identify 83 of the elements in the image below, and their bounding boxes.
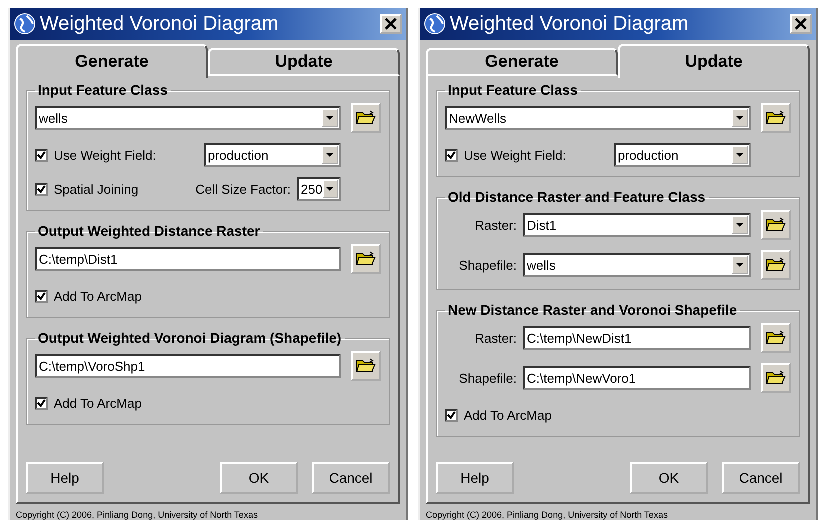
close-icon [385, 18, 397, 30]
dropdown-button[interactable] [732, 146, 748, 164]
folder-icon [356, 110, 376, 126]
browse-button[interactable] [351, 103, 381, 133]
dropdown-button[interactable] [732, 256, 748, 274]
group-title: Input Feature Class [447, 82, 579, 98]
checkbox[interactable] [445, 148, 458, 162]
checkbox-label: Add To ArcMap [464, 408, 552, 422]
folder-icon [766, 217, 786, 233]
dropdown-button[interactable] [322, 180, 338, 198]
checkmark-icon [37, 184, 46, 194]
ok-button[interactable]: OK [220, 462, 298, 494]
combo-box[interactable]: production [204, 143, 341, 167]
checkbox-label: Use Weight Field: [464, 148, 566, 162]
checkbox-label: Use Weight Field: [54, 148, 156, 162]
combo-box[interactable]: 250 [297, 177, 341, 201]
group-title: Output Weighted Distance Raster [37, 223, 262, 239]
tab[interactable]: Update [208, 48, 400, 76]
folder-icon [766, 110, 786, 126]
combo-box[interactable]: wells [35, 106, 341, 130]
group-title: Input Feature Class [37, 82, 169, 98]
field-label: Raster: [474, 330, 517, 346]
globe-icon [424, 13, 446, 35]
dropdown-button[interactable] [732, 109, 748, 127]
tab[interactable]: Generate [16, 44, 208, 78]
field-label: Cell Size Factor: [196, 182, 291, 196]
window-title: Weighted Voronoi Diagram [40, 12, 280, 36]
combo-box[interactable]: wells [523, 253, 751, 277]
checkbox-label: Spatial Joining [54, 182, 139, 196]
checkbox[interactable] [35, 396, 48, 410]
field-label: Raster: [474, 218, 517, 232]
checkmark-icon [447, 410, 456, 420]
folder-icon [356, 251, 376, 267]
copyright-text: Copyright (C) 2006, Pinliang Dong, University of North Texas [15, 509, 259, 520]
text-field[interactable]: C:\temp\Dist1 [35, 247, 341, 271]
field-label: Shapefile: [458, 370, 517, 386]
close-icon [795, 18, 807, 30]
close-button[interactable] [790, 14, 812, 34]
checkbox-label: Add To ArcMap [54, 396, 142, 410]
browse-button[interactable] [761, 363, 791, 393]
dropdown-button[interactable] [732, 216, 748, 234]
browse-button[interactable] [761, 210, 791, 240]
checkmark-icon [37, 150, 46, 160]
help-button[interactable]: Help [26, 462, 104, 494]
browse-button[interactable] [351, 351, 381, 381]
group-title: Old Distance Raster and Feature Class [447, 189, 707, 205]
browse-button[interactable] [761, 103, 791, 133]
checkbox[interactable] [35, 290, 48, 302]
folder-icon [766, 257, 786, 273]
cancel-button[interactable]: Cancel [312, 462, 390, 494]
combo-box[interactable]: production [614, 143, 751, 167]
dropdown-button[interactable] [322, 146, 338, 164]
copyright-text: Copyright (C) 2006, Pinliang Dong, University of North Texas [425, 509, 669, 520]
folder-icon [766, 330, 786, 346]
text-field[interactable]: C:\temp\NewDist1 [523, 326, 751, 350]
checkbox[interactable] [35, 182, 48, 196]
folder-icon [356, 358, 376, 374]
combo-box[interactable]: NewWells [445, 106, 751, 130]
checkbox[interactable] [445, 408, 458, 422]
text-field[interactable]: C:\temp\VoroShp1 [35, 354, 341, 378]
combo-box[interactable]: Dist1 [523, 213, 751, 237]
checkbox-label: Add To ArcMap [54, 288, 142, 304]
group-title: Output Weighted Voronoi Diagram (Shapefile) [37, 330, 343, 346]
checkbox[interactable] [35, 148, 48, 162]
help-button[interactable]: Help [436, 462, 514, 494]
globe-icon [14, 13, 36, 35]
ok-button[interactable]: OK [630, 462, 708, 494]
text-field[interactable]: C:\temp\NewVoro1 [523, 366, 751, 390]
browse-button[interactable] [761, 250, 791, 280]
browse-button[interactable] [761, 323, 791, 353]
checkmark-icon [37, 292, 46, 300]
group-title: New Distance Raster and Voronoi Shapefile [447, 302, 738, 318]
tab[interactable]: Generate [426, 48, 618, 76]
close-button[interactable] [380, 14, 402, 34]
checkmark-icon [447, 150, 456, 160]
tab[interactable]: Update [618, 44, 810, 78]
folder-icon [766, 370, 786, 386]
checkmark-icon [37, 398, 46, 408]
field-label: Shapefile: [458, 258, 517, 272]
browse-button[interactable] [351, 244, 381, 274]
window-title: Weighted Voronoi Diagram [450, 12, 690, 36]
dropdown-button[interactable] [322, 109, 338, 127]
cancel-button[interactable]: Cancel [722, 462, 800, 494]
